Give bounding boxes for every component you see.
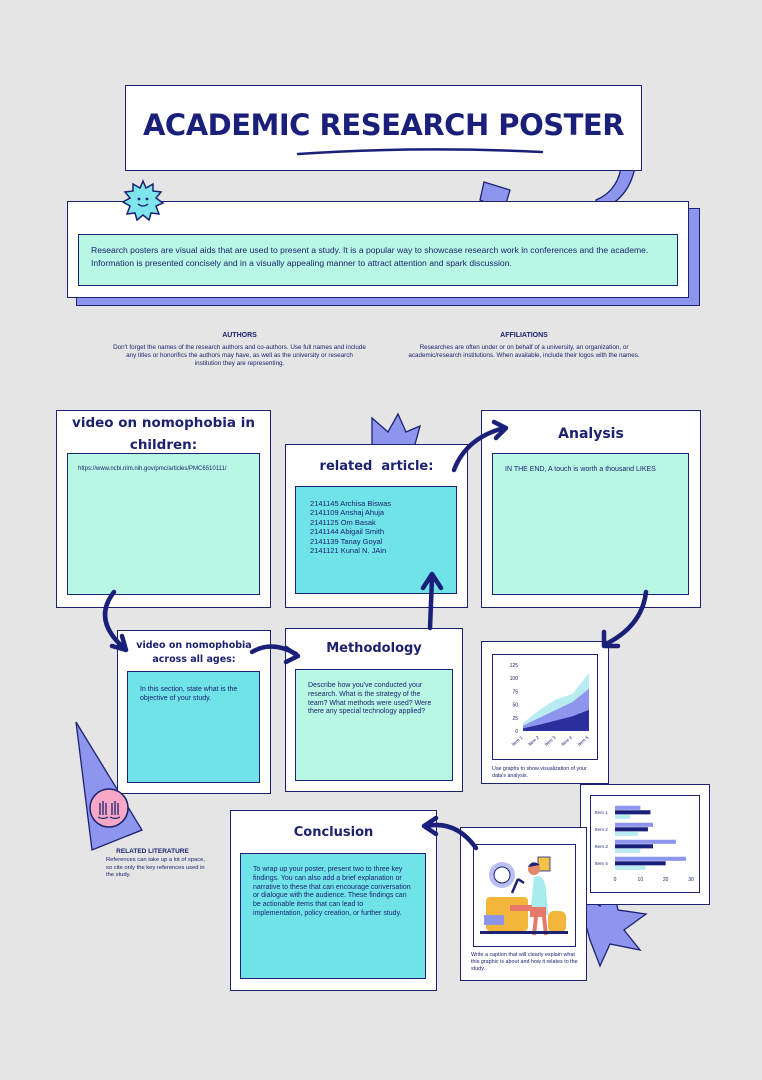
scientist-illustration xyxy=(480,856,568,936)
member-0: 2141145 Archisa Biswas xyxy=(310,499,392,508)
related-literature-text: References can take up a lot of space, s… xyxy=(106,857,205,879)
area-ytick-label: 0 xyxy=(515,729,518,735)
bar-xtick-label: 20 xyxy=(663,877,669,883)
bar-1-2 xyxy=(615,831,638,836)
area-chart: 125 100 75 50 25 0Item 1 Item 2 Item 3 Item 4 Ite… xyxy=(510,663,590,747)
bar-3-0 xyxy=(615,856,686,861)
member-5: 2141121 Kunal N. JAin xyxy=(310,545,387,555)
bar-1-1 xyxy=(615,827,648,832)
member-4: 2141139 Tanay Goyal xyxy=(310,536,383,546)
analysis-text: IN THE END, A touch is worth a thousand … xyxy=(492,453,689,595)
scientist-image-frame xyxy=(473,844,576,947)
analysis-title: Analysis xyxy=(558,426,624,442)
video-all-ages-title: video on nomophobia across all ages: xyxy=(136,640,252,666)
member-2: 2141125 Om Basak xyxy=(310,517,376,527)
methodology-text: Describe how you've conducted your resea… xyxy=(295,669,453,781)
conclusion-title: Conclusion xyxy=(293,825,374,840)
area-ytick-label: 75 xyxy=(512,689,518,695)
bar-category-label: Item 3 xyxy=(595,844,608,849)
area-xtick-label: Item 2 xyxy=(527,735,540,747)
area-xtick-label: Item 4 xyxy=(560,735,573,747)
video-children-title: video on nomophobia in children: xyxy=(72,415,255,453)
area-xtick-label: Item 5 xyxy=(577,735,590,747)
affiliations-heading: AFFILIATIONS xyxy=(500,332,548,339)
related-literature-section: RELATED LITERATURE References can take u… xyxy=(100,848,205,880)
image-caption: Write a caption that will clearly explai… xyxy=(471,952,578,973)
bar-chart-card: Item 1 Item 2 Item 3 Item 4 0 10 20 30 xyxy=(580,784,710,905)
bar-xtick-label: 0 xyxy=(614,877,617,883)
bar-category-label: Item 1 xyxy=(595,810,608,815)
area-ytick-label: 50 xyxy=(512,703,518,709)
area-ytick-label: 25 xyxy=(512,716,518,722)
authors-heading: AUTHORS xyxy=(222,332,257,339)
page-title: ACADEMIC RESEARCH POSTER xyxy=(142,108,625,142)
authors-text: Don't forget the names of the research a… xyxy=(113,344,366,368)
methodology-title: Methodology xyxy=(326,641,422,656)
area-chart-caption: Use graphs to show visualization of your… xyxy=(492,766,587,779)
conclusion-card: Conclusion To wrap up your poster, prese… xyxy=(230,810,437,991)
title-box: ACADEMIC RESEARCH POSTER xyxy=(125,85,642,171)
bar-0-0 xyxy=(615,805,641,810)
video-all-ages-text: In this section, state what is the objec… xyxy=(127,671,260,783)
bar-2-0 xyxy=(615,839,676,844)
bar-2-1 xyxy=(615,844,653,849)
area-chart-card: 125 100 75 50 25 0 Item 1 Item 2 Item 3 Item 4 Ite… xyxy=(481,641,609,784)
bar-chart-frame: Item 1 Item 2 Item 3 Item 4 0 10 20 30 xyxy=(590,795,700,893)
related-literature-heading: RELATED LITERATURE xyxy=(116,848,189,855)
bar-xtick-label: 30 xyxy=(688,877,694,883)
bar-chart: Item 1 Item 2 Item 3 Item 4 0 10 20 30 xyxy=(595,805,694,883)
image-card: Write a caption that will clearly explai… xyxy=(460,827,587,981)
area-chart-frame: 125 100 75 50 25 0 Item 1 Item 2 Item 3 Item 4 Ite… xyxy=(492,654,598,760)
bar-3-1 xyxy=(615,861,666,866)
conclusion-text: To wrap up your poster, present two to t… xyxy=(240,853,426,979)
virus-icon xyxy=(121,179,165,222)
title-underline xyxy=(296,148,544,156)
bar-0-1 xyxy=(615,810,651,815)
video-children-card: video on nomophobia in children: https:/… xyxy=(56,410,271,608)
analysis-card: Analysis IN THE END, A touch is worth a … xyxy=(481,410,701,608)
bar-category-label: Item 2 xyxy=(595,827,608,832)
member-3: 2141144 Abigail Smith xyxy=(310,527,385,537)
area-ytick-label: 100 xyxy=(510,676,519,682)
related-article-list: 2141145 Archisa Biswas 2141109 Anshaj Ah… xyxy=(295,486,457,594)
member-1: 2141109 Anshaj Ahuja xyxy=(310,508,385,518)
video-children-url[interactable]: https://www.ncbi.nlm.nih.gov/pmc/article… xyxy=(67,453,260,595)
hands-icon xyxy=(89,788,129,828)
methodology-card: Methodology Describe how you've conducte… xyxy=(285,628,463,792)
area-ytick-label: 125 xyxy=(510,663,519,669)
related-article-title: related article: xyxy=(319,459,434,474)
area-xtick-label: Item 3 xyxy=(544,735,557,747)
intro-text: Research posters are visual aids that ar… xyxy=(78,234,678,286)
bar-3-2 xyxy=(615,865,646,870)
area-xtick-label: Item 1 xyxy=(511,735,524,747)
video-all-ages-card: video on nomophobia across all ages: In … xyxy=(117,630,271,794)
bar-0-2 xyxy=(615,814,631,819)
bar-2-2 xyxy=(615,848,641,853)
bar-category-label: Item 4 xyxy=(595,861,608,866)
affiliations-text: Researches are often under or on behalf … xyxy=(408,344,640,360)
bar-1-0 xyxy=(615,822,653,827)
authors-section: AUTHORS Don't forget the names of the re… xyxy=(112,332,367,369)
affiliations-section: AFFILIATIONS Researches are often under … xyxy=(400,332,648,360)
related-article-card: related article: 2141145 Archisa Biswas … xyxy=(285,444,468,608)
bar-xtick-label: 10 xyxy=(638,877,644,883)
